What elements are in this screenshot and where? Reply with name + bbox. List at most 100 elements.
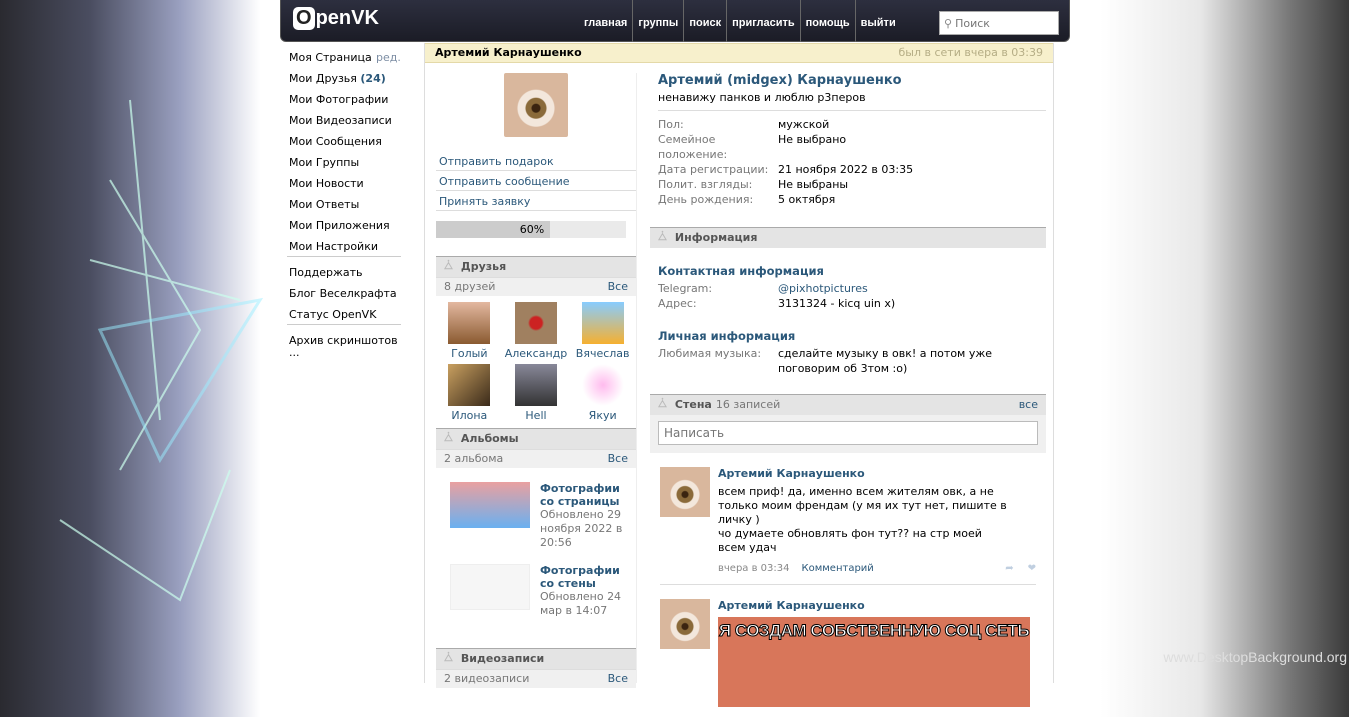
post-image[interactable]: Я СОЗДАМ СОБСТВЕННУЮ СОЦ СЕТЬ xyxy=(718,617,1030,707)
videos-subheader: 2 видеозаписи Все xyxy=(436,669,636,688)
menu-support[interactable]: Поддержать xyxy=(289,267,401,288)
menu-my-settings[interactable]: Мои Настройки xyxy=(289,241,401,262)
wall-post: Артемий Карнаушенко Я СОЗДАМ СОБСТВЕННУЮ… xyxy=(660,599,1036,717)
friend-photo xyxy=(448,302,491,344)
album-name: Фотографии со стены xyxy=(540,564,620,590)
wall-post-input[interactable] xyxy=(658,421,1038,445)
field-value: мужской xyxy=(778,118,830,131)
post-avatar[interactable] xyxy=(660,599,710,649)
wall-header: ⧊ Стена 16 записей все xyxy=(650,394,1046,415)
field-label: Полит. взгляды: xyxy=(658,178,753,191)
menu-my-replies[interactable]: Мои Ответы xyxy=(289,199,401,220)
menu-blog[interactable]: Блог Веселкрафта xyxy=(289,288,401,309)
left-column: Отправить подарок Отправить сообщение Пр… xyxy=(436,63,636,688)
watermark: www.DesktopBackground.org xyxy=(1163,649,1347,665)
profile-header: Артемий Карнаушенко был в сети вчера в 03… xyxy=(425,43,1053,63)
info-header: ⧊ Информация xyxy=(650,227,1046,248)
videos-header: ⧊ Видеозаписи xyxy=(436,648,636,669)
search-box: ⚲ xyxy=(939,11,1059,35)
menu-label: Моя Страница xyxy=(289,51,372,64)
friend-item[interactable]: Hell xyxy=(503,364,570,422)
nav-home[interactable]: главная xyxy=(579,0,632,42)
friend-name: Hell xyxy=(525,409,547,422)
friend-item[interactable]: Вячеслав xyxy=(569,302,636,360)
openvk-logo[interactable]: OpenVK xyxy=(293,7,379,30)
edit-link[interactable]: ред. xyxy=(376,52,401,64)
friends-subheader: 8 друзей Все xyxy=(436,277,636,296)
field-value: 5 октября xyxy=(778,193,836,206)
contact-title: Контактная информация xyxy=(658,264,824,278)
menu-my-videos[interactable]: Мои Видеозаписи xyxy=(289,115,401,136)
post-author[interactable]: Артемий Карнаушенко xyxy=(718,599,1036,612)
field-label: Пол: xyxy=(658,118,684,131)
friend-name: Голый xyxy=(451,347,488,360)
friend-item[interactable]: Голый xyxy=(436,302,503,360)
friends-count-label: 8 друзей xyxy=(444,280,496,293)
menu-divider xyxy=(287,256,401,257)
friends-title: Друзья xyxy=(460,260,507,273)
menu-my-photos[interactable]: Мои Фотографии xyxy=(289,94,401,115)
profile-avatar[interactable] xyxy=(504,73,568,137)
field-row: Полит. взгляды: Не выбраны xyxy=(658,177,1046,192)
menu-my-friends[interactable]: Мои Друзья (24) xyxy=(289,73,401,94)
post-time[interactable]: вчера в 03:34 xyxy=(718,563,790,574)
telegram-link[interactable]: @pixhotpictures xyxy=(778,281,868,296)
album-item[interactable]: Фотографии со страницы Обновлено 29 ноябр… xyxy=(436,468,636,564)
menu-my-news[interactable]: Мои Новости xyxy=(289,178,401,199)
accept-request-link[interactable]: Принять заявку xyxy=(436,191,636,211)
field-value: 3131324 - kicq uin x) xyxy=(778,297,896,310)
right-column: Артемий (midgex) Карнаушенко ненавижу па… xyxy=(650,63,1046,717)
friend-item[interactable]: Александр xyxy=(503,302,570,360)
send-gift-link[interactable]: Отправить подарок xyxy=(436,151,636,171)
friends-count: (24) xyxy=(360,72,386,85)
friends-grid: Голый Александр Вячеслав Илона Hell Якуи xyxy=(436,296,636,422)
albums-all-link[interactable]: Все xyxy=(608,450,628,468)
profile-status: ненавижу панков и люблю р3перов xyxy=(658,91,1046,111)
post-line: всем удач xyxy=(718,541,777,554)
friend-item[interactable]: Якуи xyxy=(569,364,636,422)
wall-title: Стена xyxy=(674,398,712,411)
like-heart-icon[interactable]: ❤ xyxy=(1028,563,1036,574)
friend-item[interactable]: Илона xyxy=(436,364,503,422)
send-message-link[interactable]: Отправить сообщение xyxy=(436,171,636,191)
info-title: Информация xyxy=(674,231,758,244)
post-author[interactable]: Артемий Карнаушенко xyxy=(718,467,1036,480)
menu-archive[interactable]: Архив скриншотов ... xyxy=(289,335,401,359)
album-item[interactable]: Фотографии со стены Обновлено 24 мар в 14… xyxy=(436,564,636,632)
menu-my-messages[interactable]: Мои Сообщения xyxy=(289,136,401,157)
friend-name: Александр xyxy=(504,347,568,360)
wall-all-link[interactable]: все xyxy=(1019,395,1046,415)
wall-compose xyxy=(650,415,1046,453)
field-row: Любимая музыка: сделайте музыку в овк! а … xyxy=(658,346,1046,376)
friend-photo xyxy=(514,302,557,344)
field-label: Семейное положение: xyxy=(658,133,728,161)
search-input[interactable] xyxy=(955,16,1051,30)
videos-all-link[interactable]: Все xyxy=(608,670,628,688)
field-label: Адрес: xyxy=(658,297,697,310)
nav-groups[interactable]: группы xyxy=(632,0,683,42)
field-value: 21 ноября 2022 в 03:35 xyxy=(778,163,914,176)
nav-invite[interactable]: пригласить xyxy=(726,0,800,42)
last-seen: был в сети вчера в 03:39 xyxy=(898,46,1044,59)
videos-count-label: 2 видеозаписи xyxy=(444,672,530,685)
friends-all-link[interactable]: Все xyxy=(608,278,628,296)
profile-fields: Пол: мужской Семейное положение: Не выбрано… xyxy=(658,117,1046,207)
field-label: Любимая музыка: xyxy=(658,347,762,360)
share-icon[interactable]: ➦ xyxy=(1005,563,1013,574)
field-row: Адрес: 3131324 - kicq uin x) xyxy=(658,296,1046,311)
menu-my-groups[interactable]: Мои Группы xyxy=(289,157,401,178)
wall-count: 16 записей xyxy=(715,398,781,411)
menu-divider xyxy=(287,324,401,325)
post-text: всем приф! да, именно всем жителям овк, … xyxy=(718,485,1036,555)
nav-help[interactable]: помощь xyxy=(799,0,855,42)
menu-my-apps[interactable]: Мои Приложения xyxy=(289,220,401,241)
nav-logout[interactable]: выйти xyxy=(854,0,901,42)
friend-name: Якуи xyxy=(588,409,617,422)
menu-status[interactable]: Статус OpenVK xyxy=(289,309,401,330)
comment-link[interactable]: Комментарий xyxy=(802,563,874,574)
contact-fields: Telegram: @pixhotpictures Адрес: 3131324 -… xyxy=(658,281,1046,311)
field-value: Не выбрано xyxy=(778,133,847,146)
menu-my-page[interactable]: Моя Страница ред. xyxy=(289,52,401,73)
nav-search[interactable]: поиск xyxy=(683,0,726,42)
post-avatar[interactable] xyxy=(660,467,710,517)
